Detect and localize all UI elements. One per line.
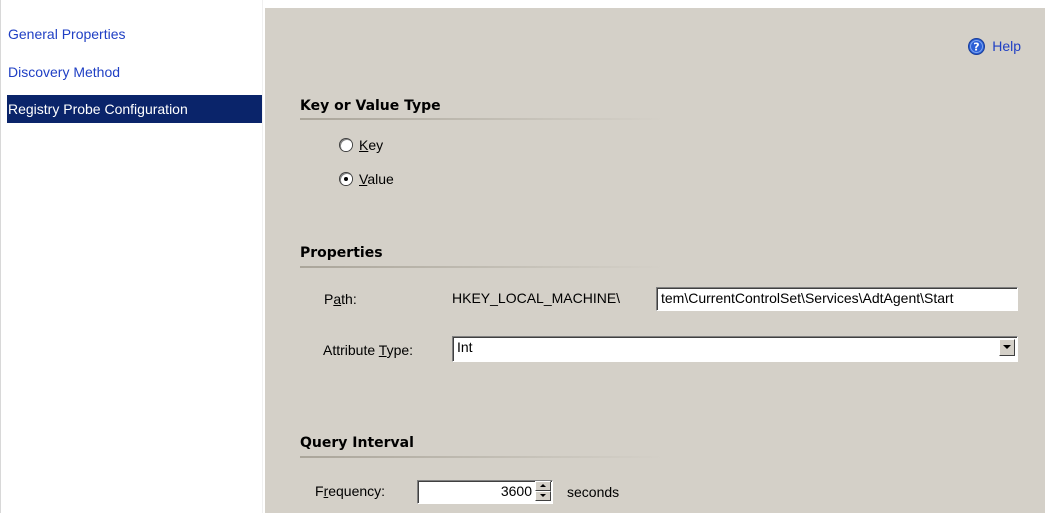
spin-up-button[interactable] xyxy=(535,481,551,491)
key-value-section-title: Key or Value Type xyxy=(300,98,441,114)
nav-item-registry-probe-configuration[interactable]: Registry Probe Configuration xyxy=(7,95,262,123)
chevron-up-icon xyxy=(540,484,546,487)
query-interval-section-title: Query Interval xyxy=(300,435,414,451)
nav-item-general-properties[interactable]: General Properties xyxy=(7,20,262,48)
help-link[interactable]: ? Help xyxy=(968,36,1021,56)
frequency-unit-label: seconds xyxy=(567,484,620,500)
nav-item-discovery-method[interactable]: Discovery Method xyxy=(7,58,262,86)
chevron-down-icon xyxy=(540,494,546,497)
dropdown-arrow-button[interactable] xyxy=(999,339,1015,356)
radio-key-button[interactable] xyxy=(340,139,352,151)
radio-value[interactable]: Value xyxy=(340,169,394,189)
attribute-type-label: Attribute Type: xyxy=(323,342,414,358)
section-divider xyxy=(300,266,665,268)
properties-section-title: Properties xyxy=(300,245,383,261)
radio-value-button[interactable] xyxy=(340,173,352,185)
frequency-spinner[interactable] xyxy=(535,481,551,502)
chevron-down-icon xyxy=(1003,345,1011,349)
frequency-input[interactable]: 3600 xyxy=(417,480,553,504)
help-icon: ? xyxy=(968,37,986,55)
path-label: Path: xyxy=(324,291,357,307)
path-prefix: HKEY_LOCAL_MACHINE\ xyxy=(452,290,621,306)
path-input[interactable]: tem\CurrentControlSet\Services\AdtAgent\… xyxy=(656,287,1018,311)
radio-key-label: Key xyxy=(359,137,384,153)
section-divider xyxy=(300,456,665,458)
navigation-sidebar: General Properties Discovery Method Regi… xyxy=(0,0,263,513)
help-label: Help xyxy=(992,38,1021,54)
svg-text:?: ? xyxy=(974,40,980,53)
frequency-label: Frequency: xyxy=(315,483,386,499)
attribute-type-value: Int xyxy=(457,339,473,355)
radio-value-label: Value xyxy=(359,171,394,187)
radio-key[interactable]: Key xyxy=(340,135,383,155)
spin-down-button[interactable] xyxy=(535,491,551,501)
main-panel: ? Help Key or Value Type Key Value Prope… xyxy=(265,8,1045,513)
attribute-type-select[interactable]: Int xyxy=(452,336,1018,362)
section-divider xyxy=(300,118,665,120)
